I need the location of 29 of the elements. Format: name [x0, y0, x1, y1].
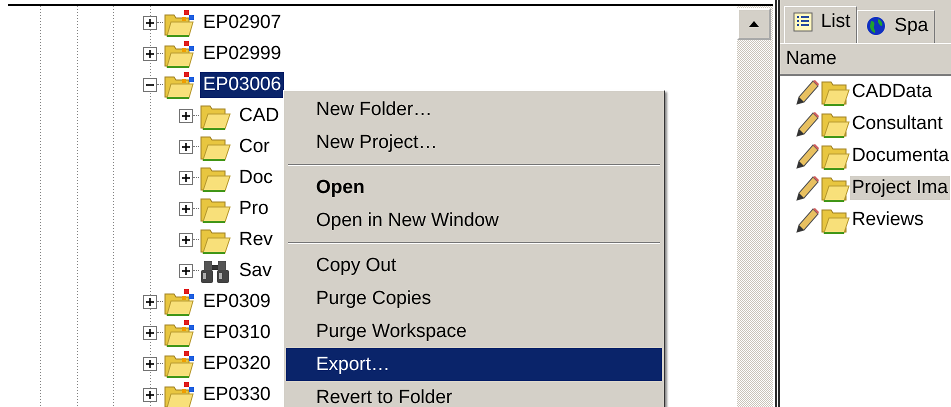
menu-item[interactable]: Open	[286, 171, 662, 204]
tree-item[interactable]: EP02999	[200, 40, 284, 66]
tree-item[interactable]: EP0320	[200, 350, 274, 376]
list-item[interactable]: Documenta	[850, 144, 951, 168]
menu-item[interactable]: New Folder…	[286, 93, 662, 126]
tab[interactable]: List	[784, 6, 858, 43]
menu-item[interactable]: Purge Workspace	[286, 315, 662, 348]
menu-item[interactable]: Copy Out	[286, 249, 662, 282]
tree-item[interactable]: EP02907	[200, 10, 284, 36]
list-item[interactable]: Reviews	[850, 208, 926, 232]
menu-item[interactable]: Open in New Window	[286, 204, 662, 237]
list-item[interactable]: CADData	[850, 80, 934, 104]
tree-item[interactable]: EP0310	[200, 320, 274, 346]
tree-item[interactable]: EP0309	[200, 288, 274, 314]
tree-item[interactable]: EP0330	[200, 382, 274, 407]
tree-item[interactable]: Sav	[236, 258, 275, 284]
tree-item[interactable]: EP03006	[200, 72, 284, 98]
list-item[interactable]: Consultant	[850, 112, 945, 136]
tree-item[interactable]: Doc	[236, 164, 276, 190]
tree-item[interactable]: Cor	[236, 134, 273, 160]
tree-item[interactable]: CAD	[236, 102, 282, 128]
list-item[interactable]: Project Ima	[850, 176, 950, 200]
tab[interactable]: Spa	[857, 10, 936, 43]
menu-item[interactable]: Revert to Folder	[286, 381, 662, 407]
tree-item[interactable]: Pro	[236, 196, 272, 222]
menu-item[interactable]: Purge Copies	[286, 282, 662, 315]
tree-item[interactable]: Rev	[236, 226, 276, 252]
menu-item[interactable]: Export…	[286, 348, 662, 381]
menu-item[interactable]: New Project…	[286, 126, 662, 159]
